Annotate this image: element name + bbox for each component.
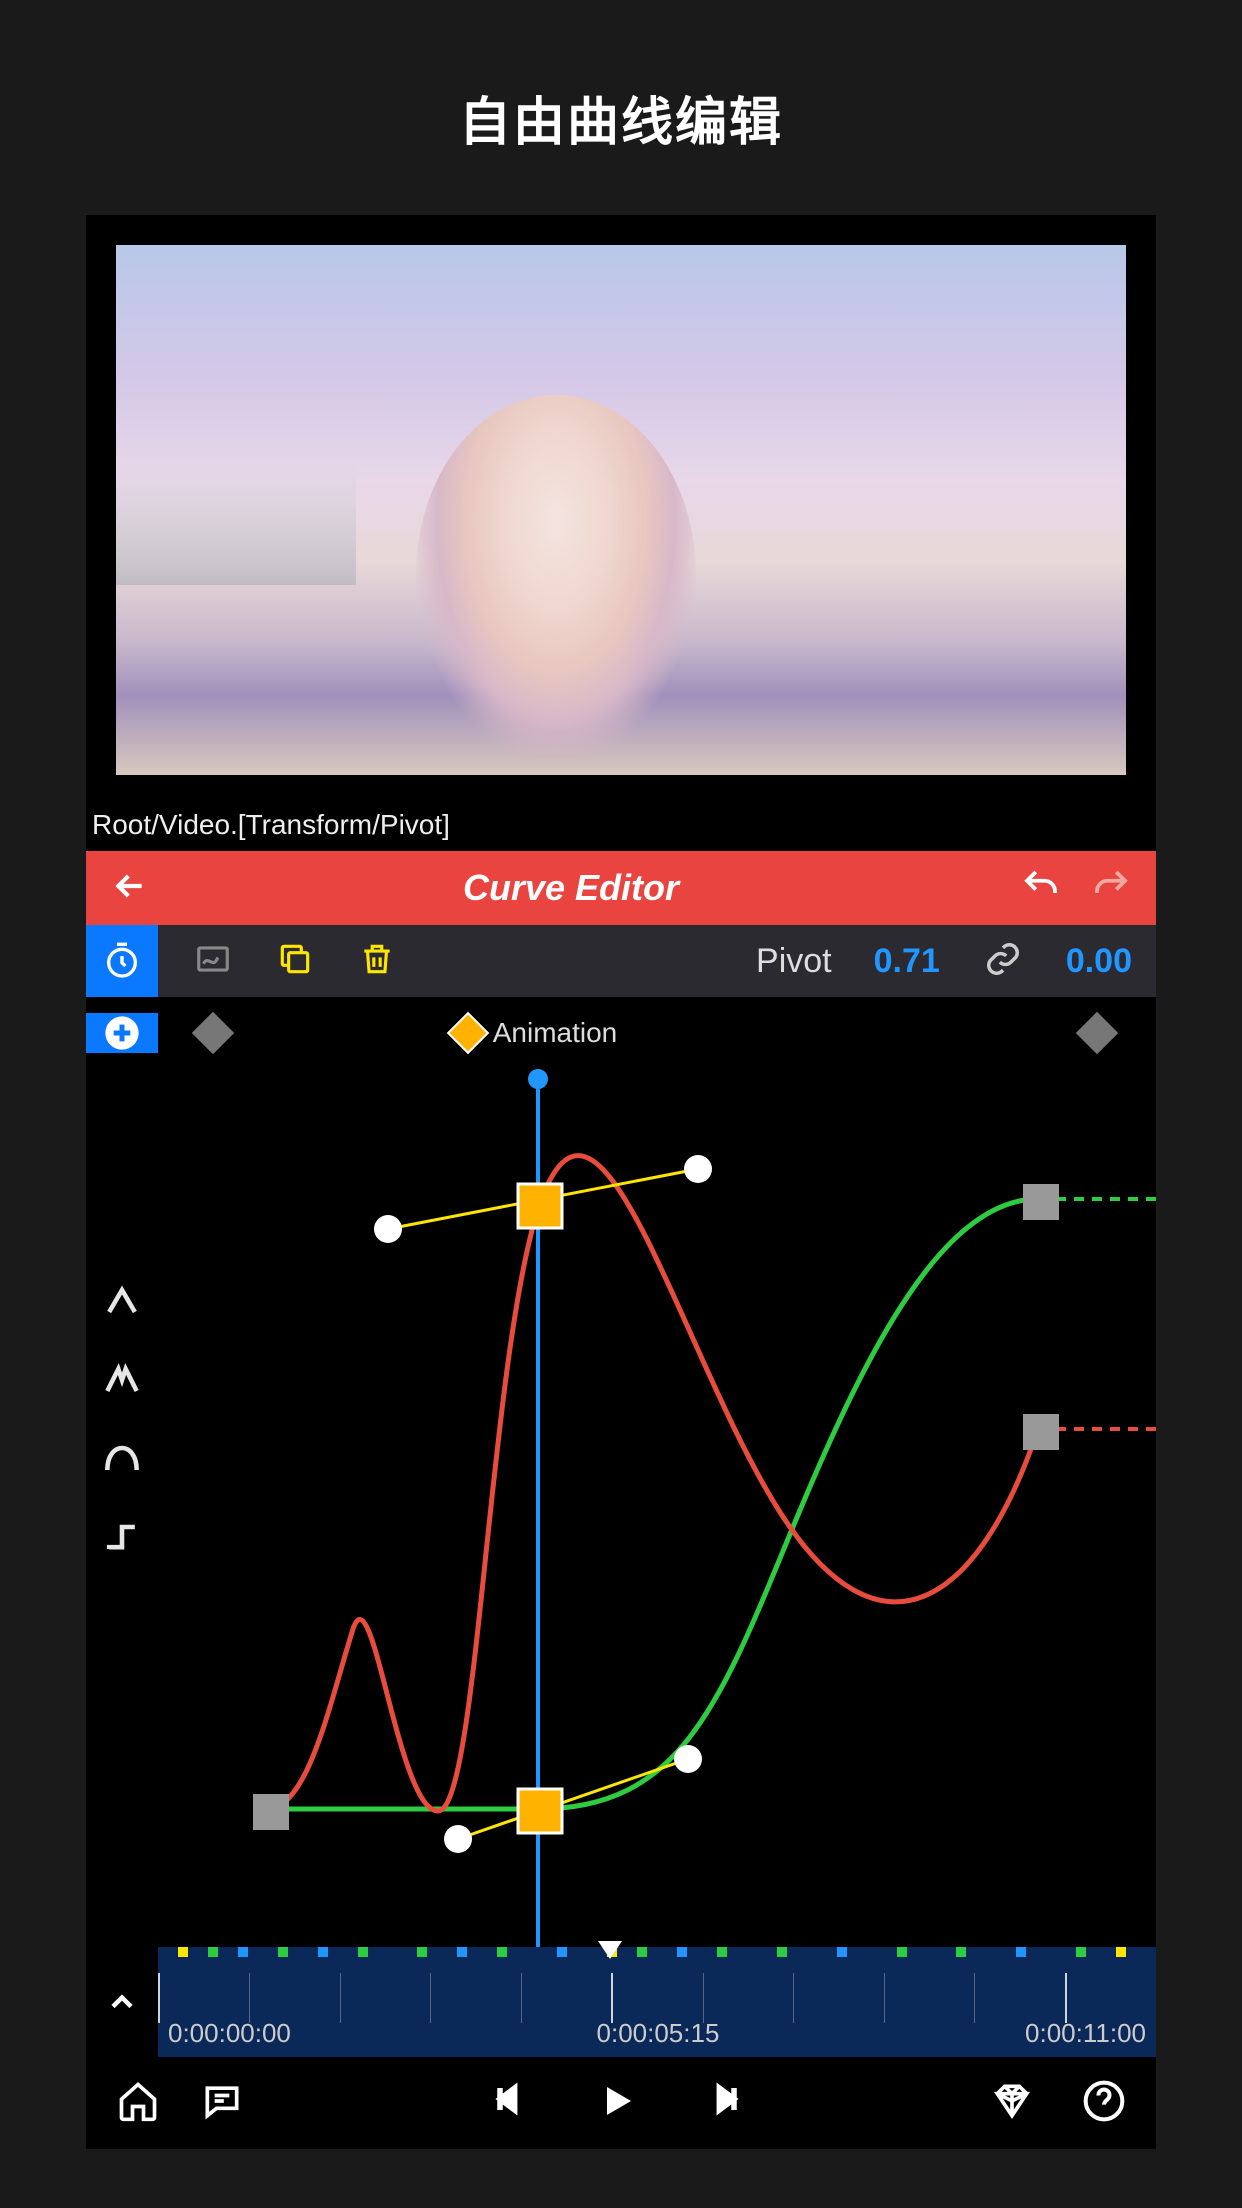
keyframe-marker-end[interactable]: [1076, 1012, 1118, 1054]
time-start: 0:00:00:00: [168, 2018, 291, 2049]
time-mid: 0:00:05:15: [597, 2018, 720, 2049]
bottom-bar: [86, 2057, 1156, 2149]
panel-header: Curve Editor: [86, 851, 1156, 925]
page-title: 自由曲线编辑: [0, 0, 1242, 215]
delete-icon[interactable]: [358, 940, 396, 983]
pivot-label: Pivot: [738, 942, 850, 981]
panel-title: Curve Editor: [122, 867, 1020, 909]
timeline[interactable]: 0:00:00:00 0:00:05:15 0:00:11:00: [86, 1947, 1156, 2057]
undo-button[interactable]: [1020, 865, 1062, 912]
keyframe-marker-start[interactable]: [192, 1012, 234, 1054]
home-icon[interactable]: [116, 2079, 160, 2128]
diamond-icon[interactable]: [990, 2079, 1034, 2128]
step-forward-icon[interactable]: [701, 2077, 745, 2130]
bezier-interp-icon[interactable]: [100, 1358, 144, 1407]
breadcrumb: Root/Video.[Transform/Pivot]: [86, 805, 1156, 851]
add-keyframe-button[interactable]: [86, 1013, 158, 1053]
copy-icon[interactable]: [276, 940, 314, 983]
keyframe-row: Animation: [86, 997, 1156, 1069]
video-preview[interactable]: [86, 215, 1156, 805]
timeline-collapse-icon[interactable]: [86, 1947, 158, 2057]
pivot-value[interactable]: 0.71: [850, 942, 964, 981]
keyframe-marker-current[interactable]: [447, 1012, 489, 1054]
help-icon[interactable]: [1082, 2079, 1126, 2128]
ease-interp-icon[interactable]: [100, 1437, 144, 1486]
timer-tab[interactable]: [86, 925, 158, 997]
animation-label: Animation: [453, 1017, 618, 1049]
step-interp-icon[interactable]: [100, 1516, 144, 1565]
timeline-marks: [158, 1947, 1156, 1957]
preview-image: [116, 245, 1126, 775]
interpolation-tools: [86, 1069, 158, 1947]
play-icon[interactable]: [593, 2077, 641, 2130]
time-end: 0:00:11:00: [1025, 2018, 1146, 2049]
comment-icon[interactable]: [200, 2079, 244, 2128]
curve-editor-body: [86, 1069, 1156, 1947]
link-value[interactable]: 0.00: [1042, 942, 1156, 981]
link-icon[interactable]: [964, 940, 1042, 983]
curve-canvas[interactable]: [158, 1069, 1156, 1947]
curve-tool-icon[interactable]: [194, 940, 232, 983]
redo-button[interactable]: [1090, 865, 1132, 912]
toolbar: Pivot 0.71 0.00: [86, 925, 1156, 997]
playhead-icon[interactable]: [598, 1941, 622, 1959]
linear-interp-icon[interactable]: [100, 1279, 144, 1328]
step-back-icon[interactable]: [489, 2077, 533, 2130]
app-frame: Root/Video.[Transform/Pivot] Curve Edito…: [86, 215, 1156, 2149]
